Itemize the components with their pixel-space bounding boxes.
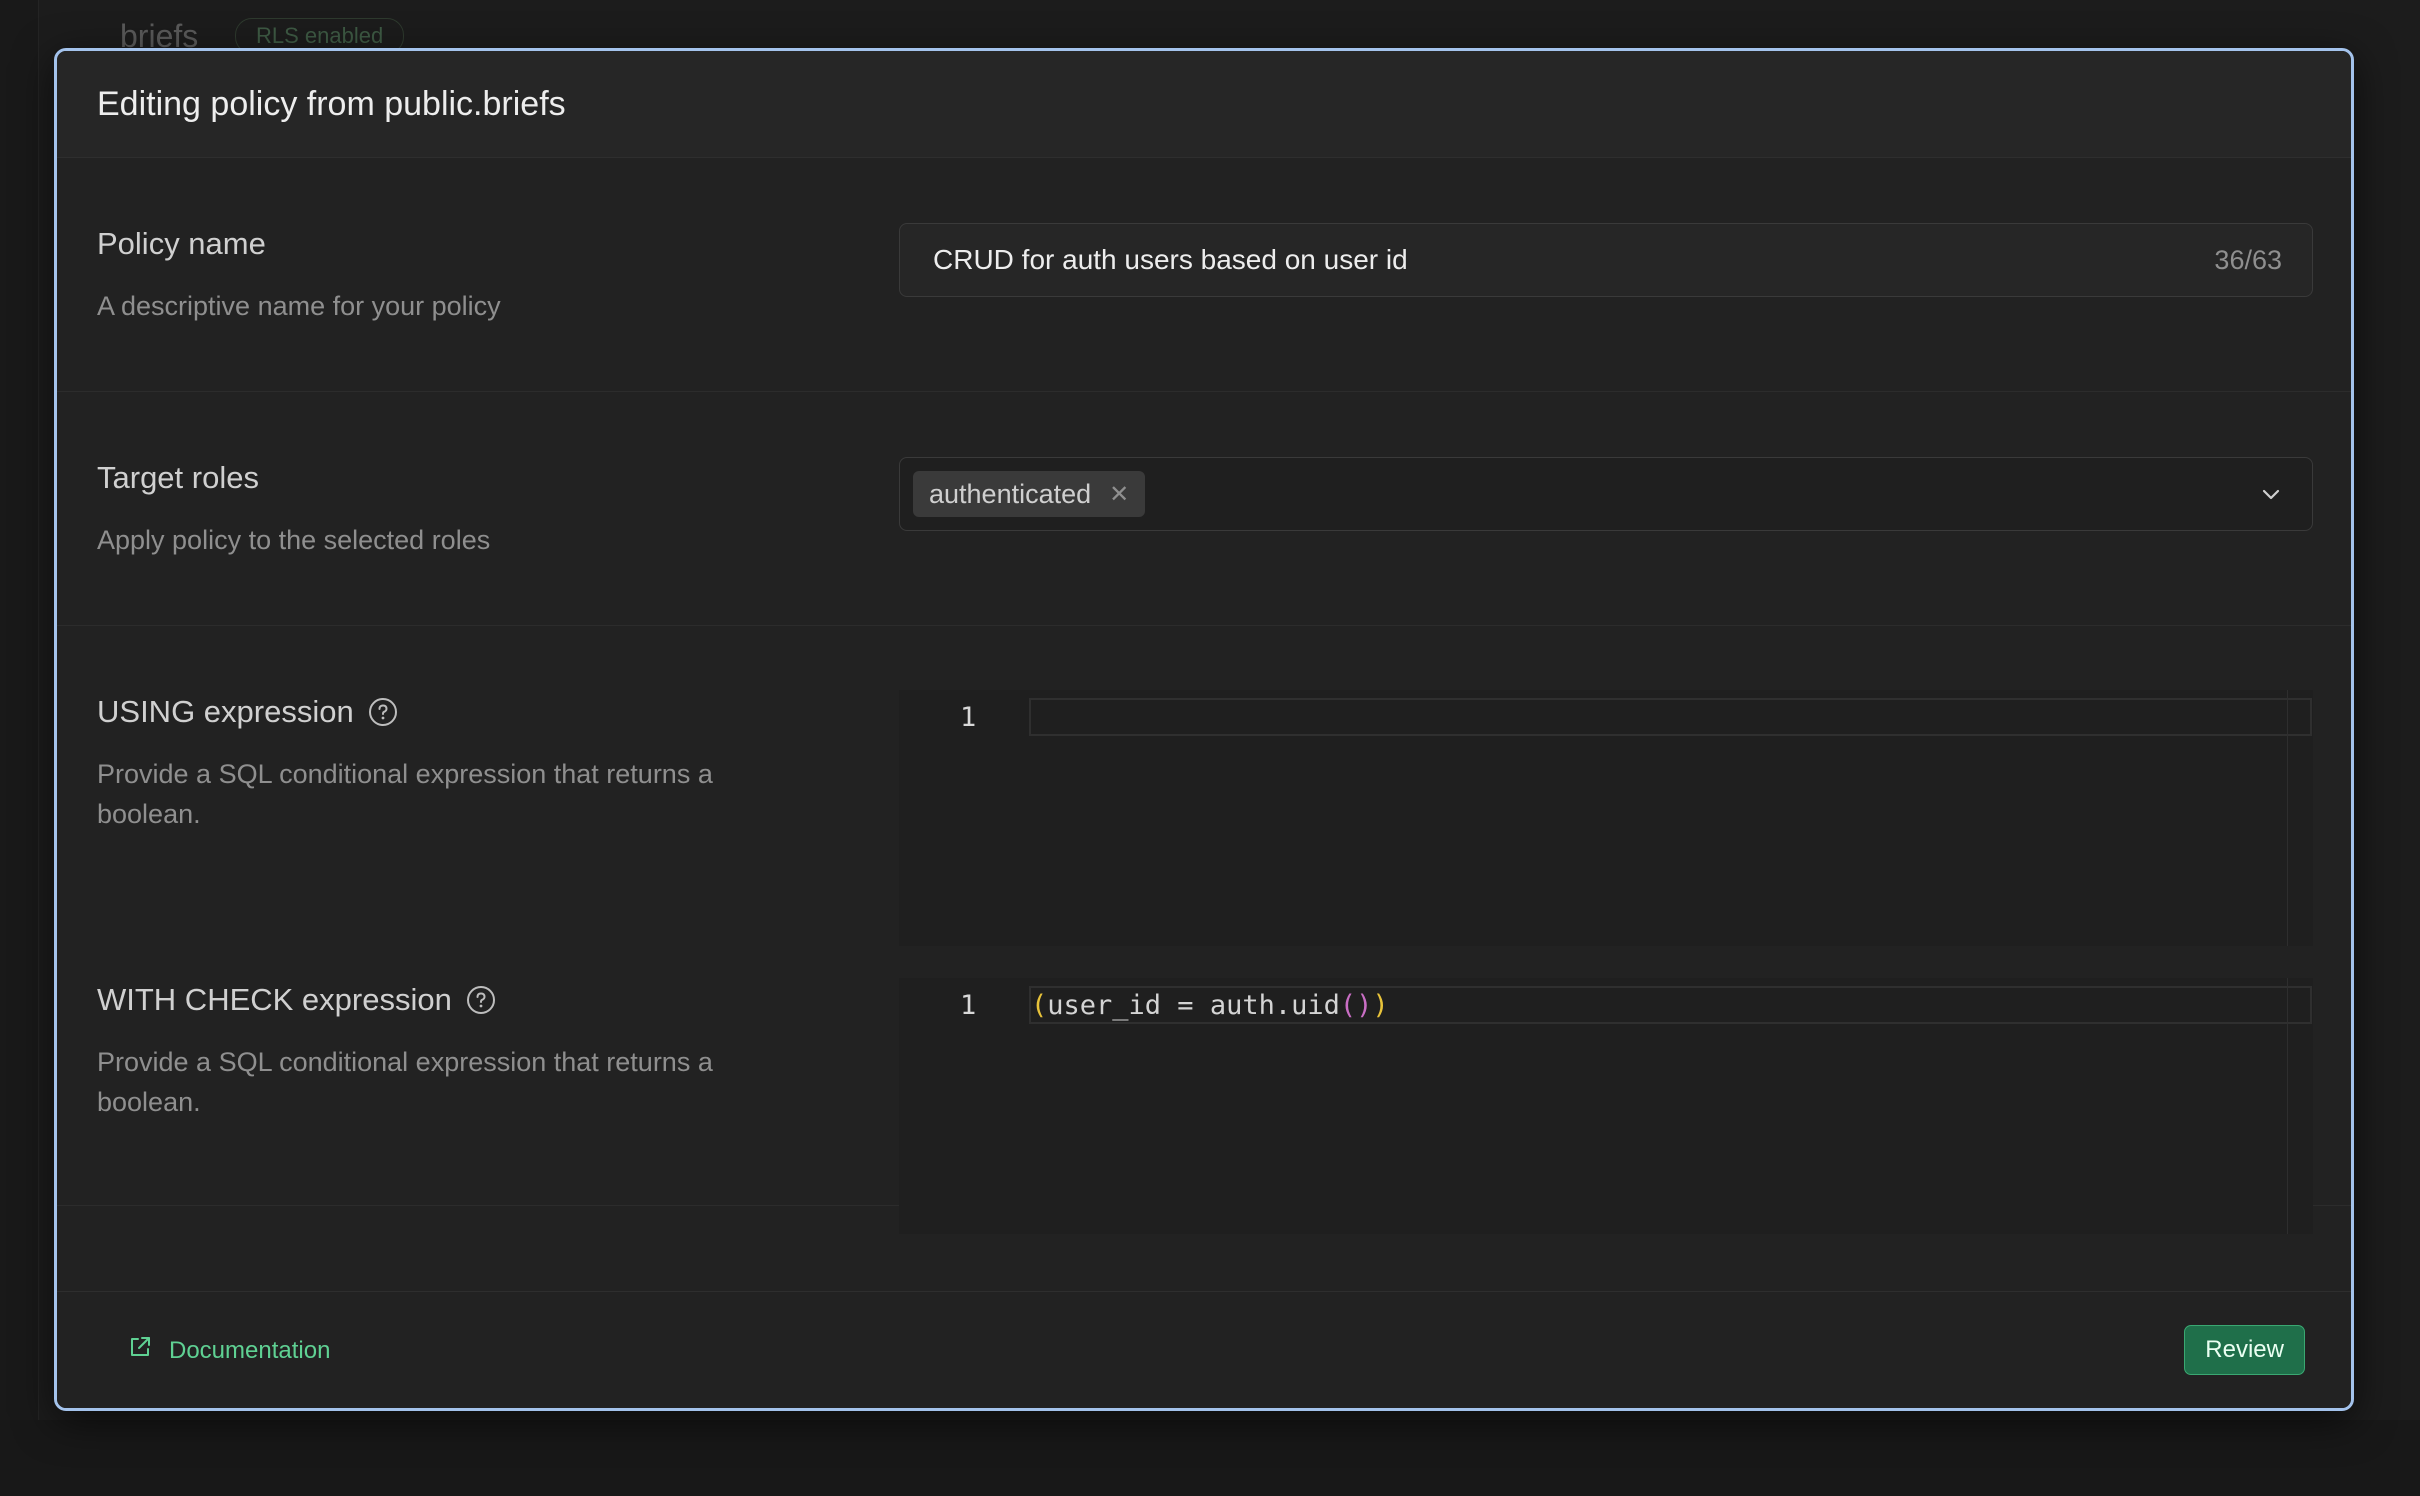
with-check-expression-description: Provide a SQL conditional expression tha… — [97, 1047, 713, 1117]
policy-name-label-text: Policy name — [97, 226, 266, 261]
policy-name-description: A descriptive name for your policy — [97, 291, 501, 321]
using-expression-label: USING expression — [97, 694, 398, 730]
modal-footer: Documentation Review — [57, 1291, 2351, 1408]
code-call-parens: () — [1339, 990, 1373, 1021]
modal-title: Editing policy from public.briefs — [97, 84, 566, 123]
policy-name-label: Policy name — [97, 226, 266, 262]
code-body: user_id = auth.uid — [1047, 990, 1340, 1021]
line-number: 1 — [960, 990, 977, 1021]
policy-name-input[interactable]: CRUD for auth users based on user id 36/… — [899, 223, 2313, 297]
policy-name-value[interactable]: CRUD for auth users based on user id — [900, 244, 2214, 276]
documentation-link[interactable]: Documentation — [127, 1334, 330, 1367]
using-expression-description: Provide a SQL conditional expression tha… — [97, 759, 713, 829]
using-expression-label-text: USING expression — [97, 694, 354, 729]
active-line-highlight — [1029, 698, 2312, 736]
question-circle-icon[interactable] — [368, 697, 398, 727]
editor-ruler — [2287, 978, 2288, 1234]
external-link-icon — [127, 1334, 153, 1367]
target-roles-label-text: Target roles — [97, 460, 259, 495]
chevron-down-icon[interactable] — [2254, 477, 2288, 511]
target-roles-section: Target roles Apply policy to the selecte… — [57, 392, 2351, 626]
review-button[interactable]: Review — [2184, 1325, 2305, 1375]
policy-name-char-counter: 36/63 — [2214, 244, 2282, 275]
question-circle-icon[interactable] — [466, 985, 496, 1015]
background-bottom-area — [0, 1420, 2420, 1496]
expressions-section: USING expression Provide a SQL condition… — [57, 626, 2351, 1234]
modal-header: Editing policy from public.briefs — [57, 51, 2351, 158]
role-chip-authenticated: authenticated ✕ — [913, 471, 1146, 517]
with-check-expression-code[interactable]: (user_id = auth.uid()) — [1031, 990, 1389, 1021]
remove-role-x-icon[interactable]: ✕ — [1109, 480, 1129, 509]
with-check-expression-editor[interactable]: 1 (user_id = auth.uid()) — [899, 978, 2313, 1234]
code-close-paren: ) — [1372, 990, 1389, 1021]
editor-ruler — [2287, 690, 2288, 946]
code-open-paren: ( — [1031, 990, 1048, 1021]
policy-name-section: Policy name A descriptive name for your … — [57, 158, 2351, 392]
documentation-label[interactable]: Documentation — [169, 1337, 330, 1365]
target-roles-select[interactable]: authenticated ✕ — [899, 457, 2313, 531]
line-number: 1 — [960, 702, 977, 733]
with-check-expression-label: WITH CHECK expression — [97, 982, 496, 1018]
using-expression-editor[interactable]: 1 — [899, 690, 2313, 946]
with-check-expression-label-text: WITH CHECK expression — [97, 982, 452, 1017]
target-roles-label: Target roles — [97, 460, 259, 496]
background-sidebar — [0, 0, 39, 1496]
edit-policy-modal: Editing policy from public.briefs Policy… — [54, 48, 2354, 1411]
role-chip-label: authenticated — [929, 478, 1092, 509]
target-roles-description: Apply policy to the selected roles — [97, 525, 491, 555]
